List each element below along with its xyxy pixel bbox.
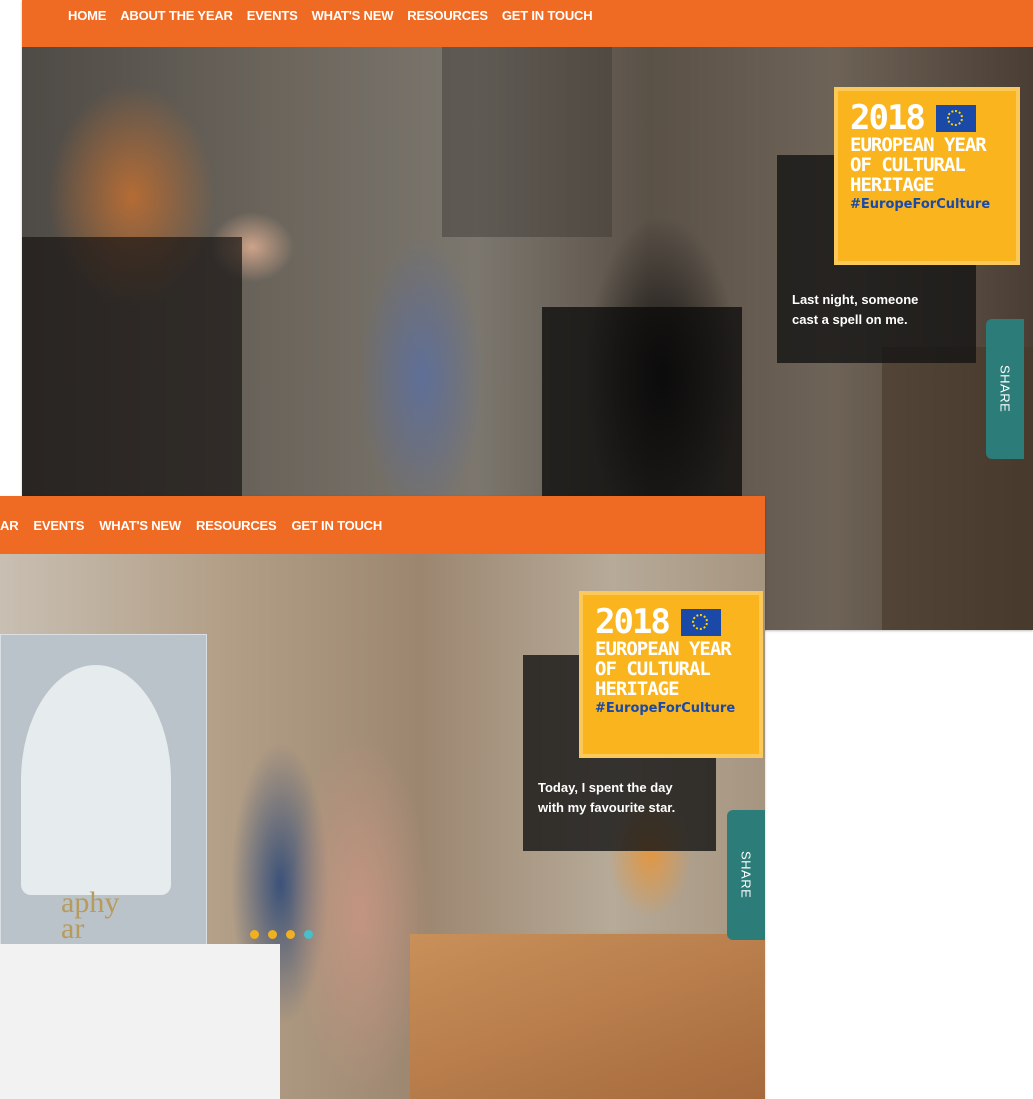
- badge-hashtag: #EuropeForCulture: [595, 701, 736, 716]
- nav-whats-new[interactable]: WHAT'S NEW: [312, 8, 394, 23]
- heritage-badge: 2018 EUROPEAN YEAR OF CULTURAL HERITAGE …: [834, 87, 1020, 265]
- badge-line-2: OF CULTURAL: [850, 154, 966, 176]
- caption-line-1: Today, I spent the day: [538, 780, 673, 795]
- eu-flag-icon: [680, 608, 721, 636]
- share-button[interactable]: SHARE: [986, 319, 1024, 459]
- magazine-title: aphy ar: [61, 886, 120, 945]
- nav-resources[interactable]: RESOURCES: [407, 8, 488, 23]
- badge-line-3: HERITAGE: [850, 174, 935, 196]
- magazine-portrait: [21, 665, 171, 895]
- nav-whats-new[interactable]: WHAT'S NEW: [99, 518, 181, 533]
- screenshot-front: AR EVENTS WHAT'S NEW RESOURCES GET IN TO…: [0, 496, 765, 1099]
- eu-flag-icon: [935, 104, 976, 132]
- carousel-dots: [250, 930, 322, 939]
- hero-figure-woman: [0, 944, 280, 1099]
- nav-get-in-touch[interactable]: GET IN TOUCH: [502, 8, 593, 23]
- heritage-badge-front: 2018 EUROPEAN YEAR OF CULTURAL HERITAGE …: [579, 591, 763, 758]
- carousel-dot[interactable]: [250, 930, 259, 939]
- nav-get-in-touch[interactable]: GET IN TOUCH: [292, 518, 383, 533]
- badge-hashtag: #EuropeForCulture: [850, 197, 991, 212]
- badge-year: 2018: [595, 602, 671, 642]
- nav-home[interactable]: HOME: [68, 8, 106, 23]
- badge-line-2: OF CULTURAL: [595, 658, 711, 680]
- nav-resources[interactable]: RESOURCES: [196, 518, 277, 533]
- nav-events[interactable]: EVENTS: [247, 8, 298, 23]
- share-label: SHARE: [997, 365, 1013, 413]
- badge-line-1: EUROPEAN YEAR: [850, 134, 987, 156]
- caption-line-1: Last night, someone: [792, 292, 919, 307]
- main-nav-front: AR EVENTS WHAT'S NEW RESOURCES GET IN TO…: [0, 496, 765, 554]
- carousel-dot[interactable]: [304, 930, 313, 939]
- nav-events[interactable]: EVENTS: [33, 518, 84, 533]
- badge-line-3: HERITAGE: [595, 678, 680, 700]
- nav-about-the-year[interactable]: ABOUT THE YEAR: [120, 8, 233, 23]
- badge-year: 2018: [850, 98, 926, 138]
- wooden-counter: [410, 934, 765, 1099]
- hero-doorway: [442, 47, 612, 237]
- nav-about-the-year-partial[interactable]: AR: [0, 518, 19, 533]
- share-label: SHARE: [738, 851, 754, 899]
- carousel-dot[interactable]: [286, 930, 295, 939]
- carousel-dot[interactable]: [268, 930, 277, 939]
- caption-line-2: with my favourite star.: [538, 800, 676, 815]
- caption-line-2: cast a spell on me.: [792, 312, 908, 327]
- magazine-cover: aphy ar: [0, 634, 207, 956]
- share-button-front[interactable]: SHARE: [727, 810, 765, 940]
- hero-image-front: aphy ar Today, I spent the day with my f…: [0, 554, 765, 1099]
- main-nav: HOME ABOUT THE YEAR EVENTS WHAT'S NEW RE…: [22, 0, 1033, 47]
- badge-line-1: EUROPEAN YEAR: [595, 638, 732, 660]
